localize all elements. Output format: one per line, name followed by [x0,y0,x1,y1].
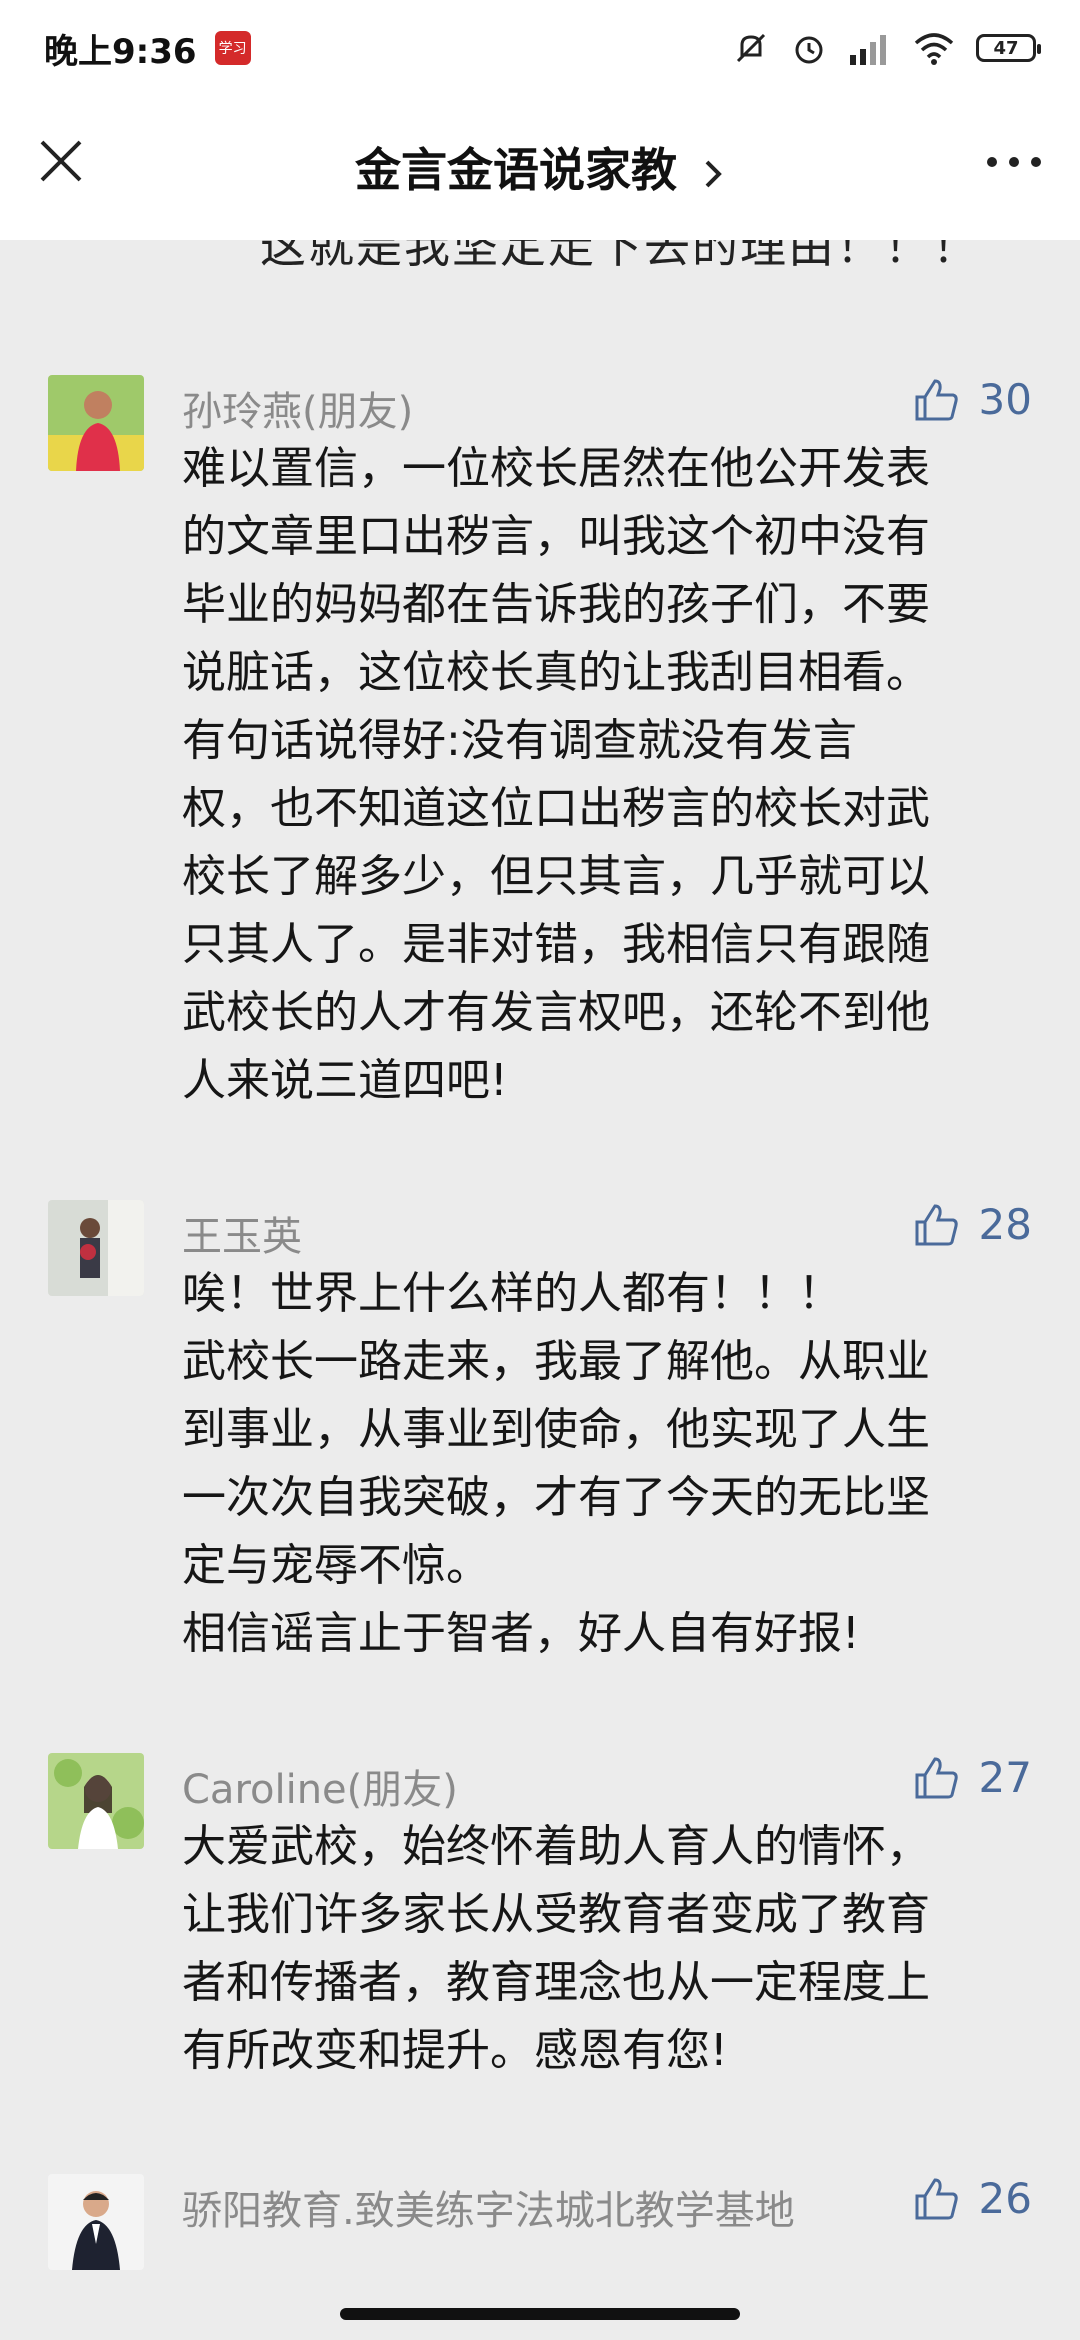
avatar[interactable] [48,375,144,471]
page-title: 金言金语说家教 [354,143,677,197]
comment-list[interactable]: 这就是我坚定走下去的理由！！！ 孙玲燕(朋友) 30 难以置信，一位校长居然在他… [0,240,1080,2280]
home-indicator[interactable] [340,2308,740,2320]
avatar[interactable] [48,1200,144,1296]
comment-text: 难以置信，一位校长居然在他公开发表 的文章里口出秽言，叫我这个初中没有 毕业的妈… [182,443,930,1106]
like-button[interactable]: 27 [913,1753,1032,1802]
thumbs-up-icon [915,1756,958,1798]
more-horizontal-icon[interactable] [984,152,1044,172]
like-count: 30 [978,375,1032,424]
like-count: 27 [978,1753,1032,1802]
status-icons: 47 [732,29,1041,67]
app-notification-badge: 学习 [214,31,251,65]
comment-text: 唉！世界上什么样的人都有！！！ 武校长一路走来，我最了解他。从职业 到事业，从事… [182,1268,930,1659]
battery-level: 47 [993,37,1019,59]
thumbs-up-icon [915,378,958,420]
like-button[interactable]: 28 [913,1200,1032,1249]
comment-author[interactable]: Caroline(朋友) [182,1757,458,1815]
avatar[interactable] [48,2174,144,2270]
comment-author[interactable]: 骄阳教育.致美练字法城北教学基地 [182,2178,795,2236]
clipped-comment-line: 这就是我坚定走下去的理由！！！ [260,240,980,273]
wifi-icon [914,33,954,65]
signal-icon [850,35,886,65]
chevron-right-icon [705,160,722,187]
nav-bar: 金言金语说家教 [0,96,1080,240]
thumbs-up-icon [915,2177,958,2219]
status-bar: 晚上9:36 学习 47 [0,0,1080,96]
like-button[interactable]: 30 [913,375,1032,424]
like-count: 26 [978,2174,1032,2223]
comment-text: 大爱武校，始终怀着助人育人的情怀， 让我们许多家长从受教育者变成了教育 者和传播… [182,1821,930,2076]
avatar[interactable] [48,1753,144,1849]
alarm-icon [795,36,823,64]
mute-icon [736,33,766,63]
status-time: 晚上9:36 [44,31,197,72]
comment-author[interactable]: 王玉英 [182,1204,302,1262]
thumbs-up-icon [915,1203,958,1245]
comment-author[interactable]: 孙玲燕(朋友) [182,379,413,437]
like-button[interactable]: 26 [913,2174,1032,2223]
page-title-link[interactable]: 金言金语说家教 [0,134,1080,200]
battery-icon: 47 [976,34,1041,62]
like-count: 28 [978,1200,1032,1249]
